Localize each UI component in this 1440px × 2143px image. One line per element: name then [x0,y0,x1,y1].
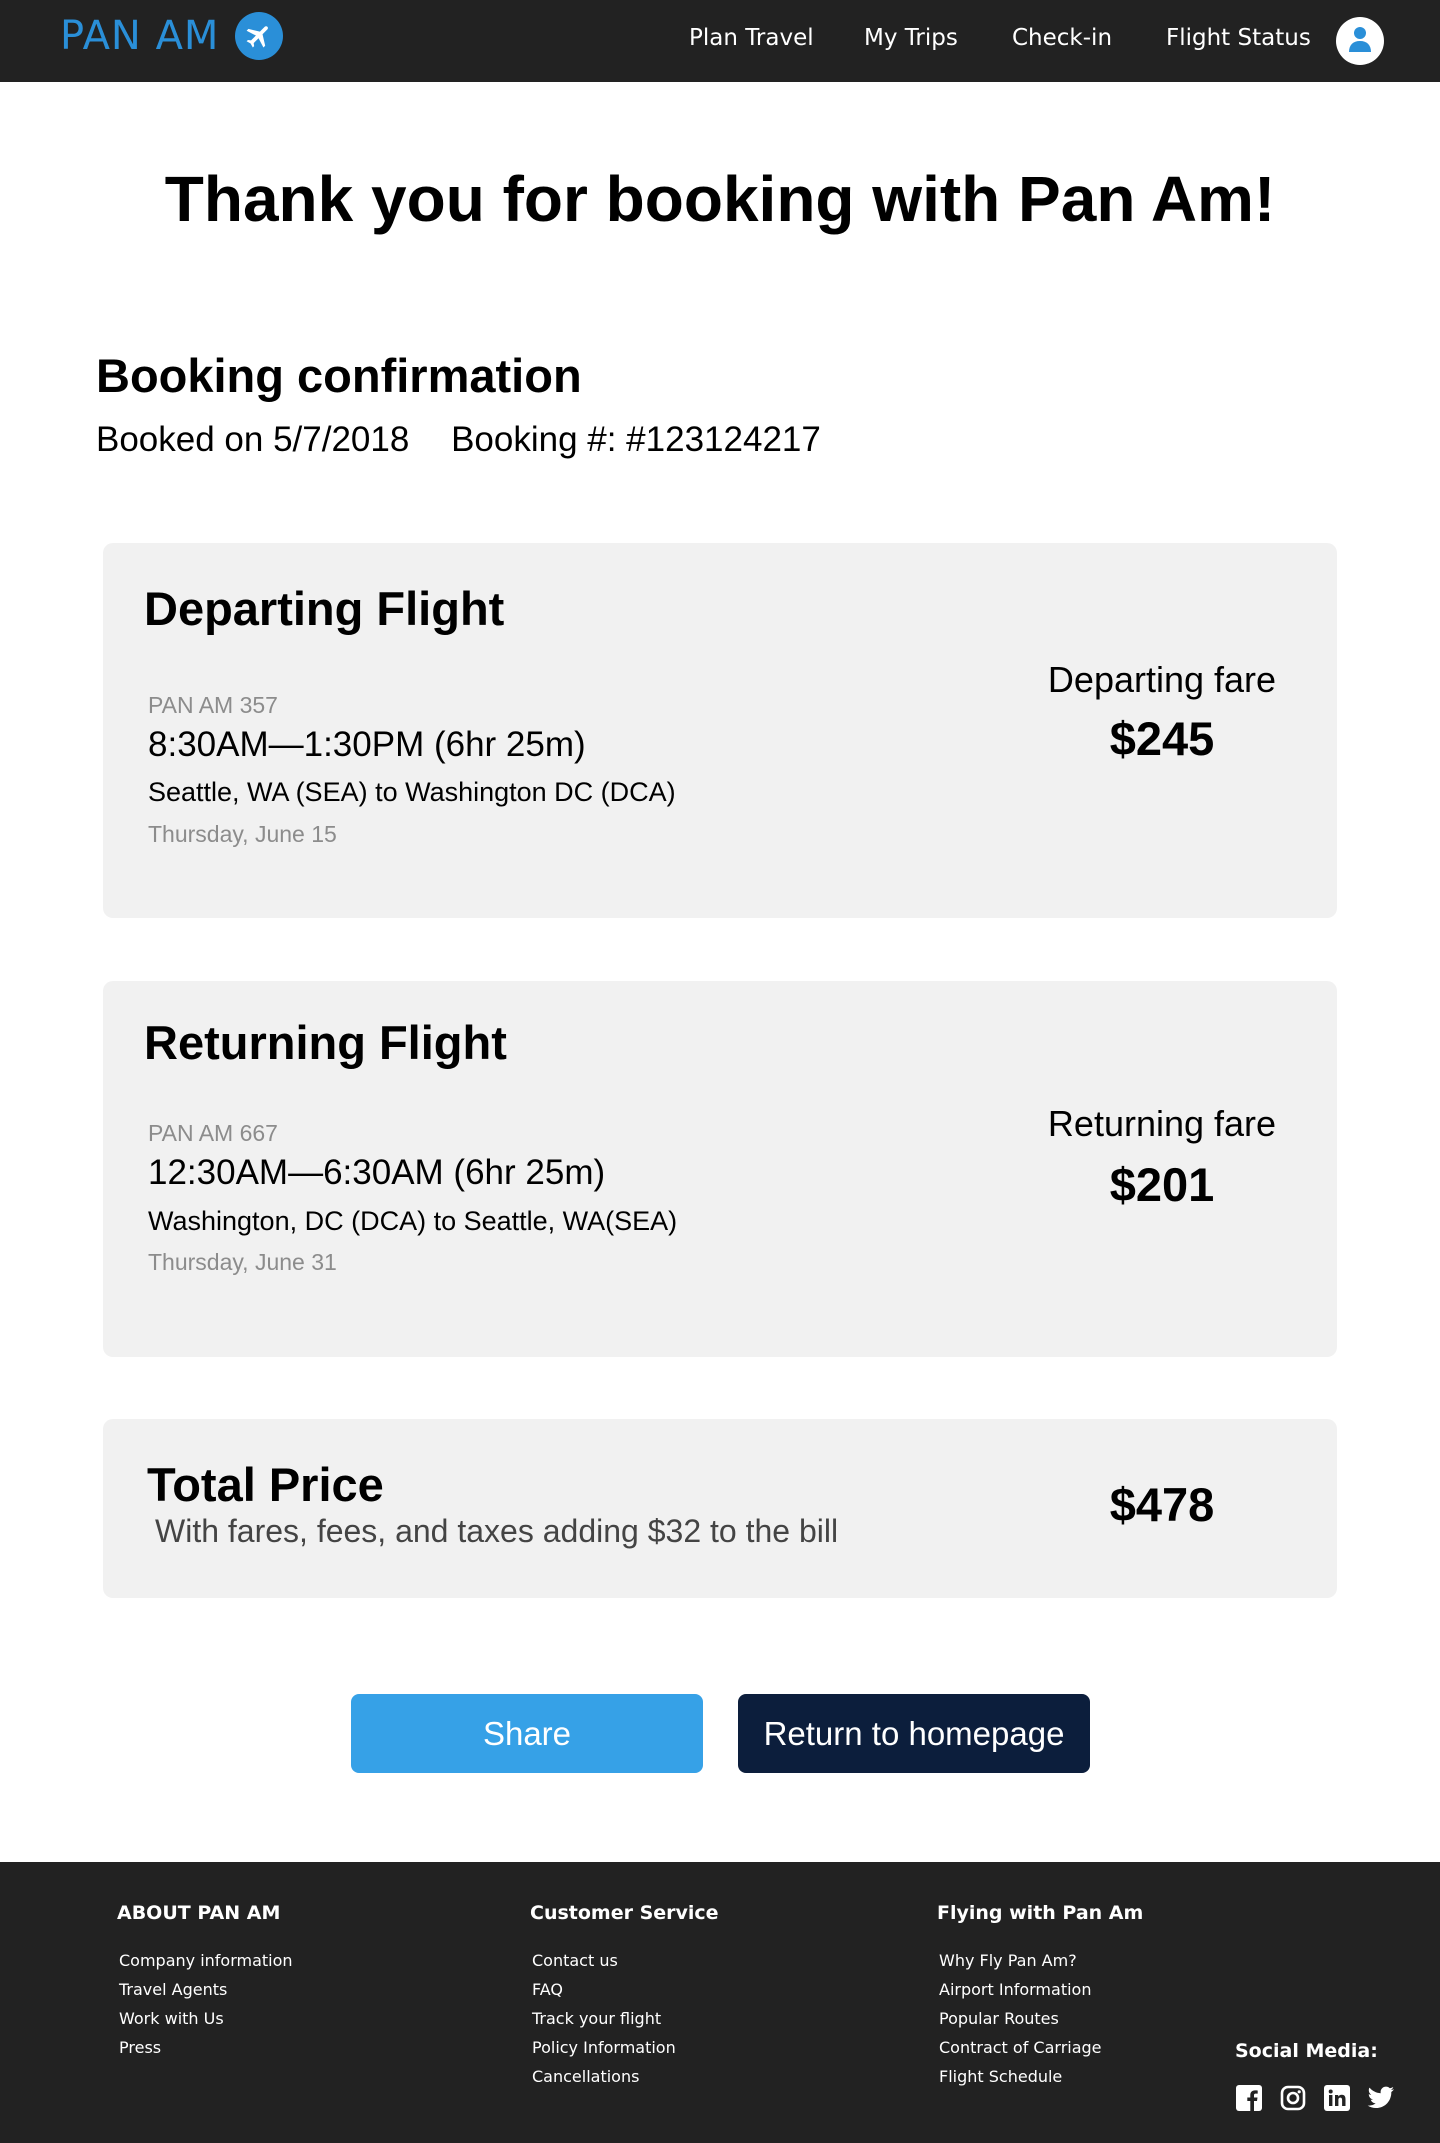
nav-plan-travel[interactable]: Plan Travel [689,25,814,51]
footer-link-popular-routes[interactable]: Popular Routes [937,2004,1143,2033]
footer-link-policy-information[interactable]: Policy Information [530,2033,719,2062]
departing-flight-card: Departing Flight PAN AM 357 8:30AM—1:30P… [103,543,1337,918]
top-nav: PAN AM Plan Travel My Trips Check-in Fli… [0,0,1440,82]
footer-link-cancellations[interactable]: Cancellations [530,2062,719,2091]
footer-link-track-your-flight[interactable]: Track your flight [530,2004,719,2033]
flight-times: 12:30AM—6:30AM (6hr 25m) [148,1153,606,1192]
fare-label: Departing fare [1047,659,1277,700]
returning-flight-heading: Returning Flight [144,1016,507,1069]
booking-number: Booking #: #123124217 [451,420,821,459]
footer-link-contact-us[interactable]: Contact us [530,1946,719,1975]
footer-link-contract-of-carriage[interactable]: Contract of Carriage [937,2033,1143,2062]
footer-link-travel-agents[interactable]: Travel Agents [117,1975,293,2004]
footer-column-customer-service: Customer Service Contact us FAQ Track yo… [530,1902,719,2091]
total-price-amount: $478 [1109,1478,1215,1531]
flight-code: PAN AM 357 [148,692,278,718]
flight-date: Thursday, June 31 [148,1249,337,1275]
footer-link-company-information[interactable]: Company information [117,1946,293,1975]
instagram-icon[interactable] [1279,2084,1307,2112]
linkedin-icon[interactable] [1323,2084,1351,2112]
booked-on-date: Booked on 5/7/2018 [96,420,410,459]
nav-check-in[interactable]: Check-in [1012,25,1112,51]
user-icon [1349,26,1371,57]
total-price-note: With fares, fees, and taxes adding $32 t… [155,1513,839,1549]
footer: ABOUT PAN AM Company information Travel … [0,1862,1440,2143]
twitter-icon[interactable] [1367,2084,1395,2112]
footer-link-flight-schedule[interactable]: Flight Schedule [937,2062,1143,2091]
flight-date: Thursday, June 15 [148,821,337,847]
nav-my-trips[interactable]: My Trips [864,25,958,51]
footer-heading: Customer Service [530,1902,719,1924]
booking-meta: Booked on 5/7/2018 Booking #: #123124217 [96,420,821,460]
footer-heading: ABOUT PAN AM [117,1902,281,1924]
social-media-heading: Social Media: [1235,2040,1378,2062]
fare-label: Returning fare [1047,1103,1277,1144]
flight-times: 8:30AM—1:30PM (6hr 25m) [148,725,586,764]
social-icons [1235,2084,1395,2112]
footer-column-flying: Flying with Pan Am Why Fly Pan Am? Airpo… [937,1902,1143,2091]
footer-link-press[interactable]: Press [117,2033,293,2062]
fare-amount: $201 [1109,1158,1215,1211]
page-title: Thank you for booking with Pan Am! [164,163,1276,235]
footer-link-faq[interactable]: FAQ [530,1975,719,2004]
footer-heading: Flying with Pan Am [937,1902,1144,1924]
flight-route: Seattle, WA (SEA) to Washington DC (DCA) [148,777,676,807]
footer-column-about: ABOUT PAN AM Company information Travel … [117,1902,293,2062]
return-to-homepage-button[interactable]: Return to homepage [738,1694,1090,1773]
facebook-icon[interactable] [1235,2084,1263,2112]
footer-link-work-with-us[interactable]: Work with Us [117,2004,293,2033]
footer-link-why-fly[interactable]: Why Fly Pan Am? [937,1946,1143,1975]
flight-route: Washington, DC (DCA) to Seattle, WA(SEA) [148,1206,678,1236]
footer-link-airport-information[interactable]: Airport Information [937,1975,1143,2004]
nav-flight-status[interactable]: Flight Status [1166,25,1311,51]
total-price-heading: Total Price [147,1458,384,1511]
user-avatar-button[interactable] [1336,17,1384,65]
social-media: Social Media: [1235,2040,1395,2112]
share-button[interactable]: Share [351,1694,703,1773]
fare-amount: $245 [1109,712,1215,765]
returning-flight-card: Returning Flight PAN AM 667 12:30AM—6:30… [103,981,1337,1357]
departing-flight-heading: Departing Flight [144,582,505,635]
booking-confirmation-heading: Booking confirmation [96,349,582,402]
total-price-card: Total Price With fares, fees, and taxes … [103,1419,1337,1598]
flight-code: PAN AM 667 [148,1120,278,1146]
